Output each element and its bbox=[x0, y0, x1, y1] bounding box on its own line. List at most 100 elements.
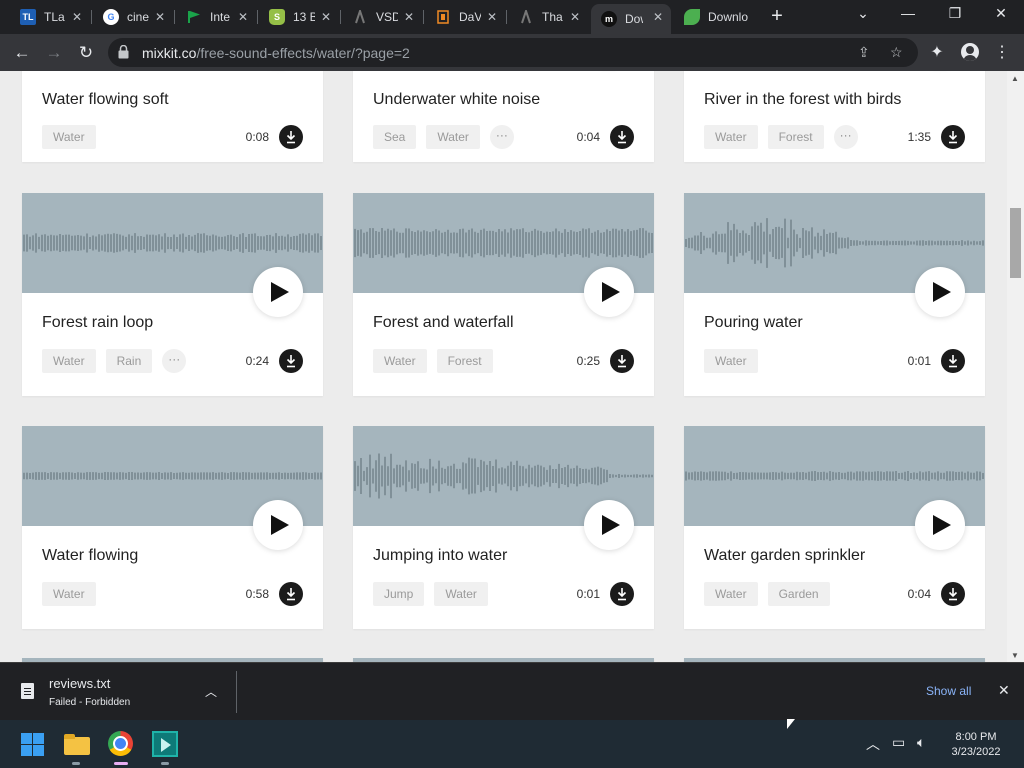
bookmark-star-icon[interactable]: ☆ bbox=[890, 44, 903, 61]
sound-title[interactable]: Water flowing bbox=[42, 547, 138, 565]
back-icon[interactable]: ← bbox=[11, 42, 33, 64]
browser-tab[interactable]: Tha ✕ bbox=[508, 4, 588, 30]
browser-tab[interactable]: DaV ✕ bbox=[425, 4, 505, 30]
show-all-button[interactable]: Show all bbox=[926, 684, 971, 698]
sound-title[interactable]: Forest and waterfall bbox=[373, 314, 514, 332]
play-button[interactable] bbox=[253, 500, 303, 550]
video-editor-icon[interactable] bbox=[152, 731, 178, 757]
address-bar[interactable]: mixkit.co/free-sound-effects/water/?page… bbox=[108, 38, 918, 67]
sound-title[interactable]: Jumping into water bbox=[373, 547, 507, 565]
download-icon[interactable] bbox=[941, 582, 965, 606]
network-icon[interactable]: ▭ bbox=[892, 734, 905, 751]
tag-chip[interactable]: Sea bbox=[373, 125, 417, 149]
minimize-icon[interactable]: — bbox=[893, 5, 923, 21]
scroll-thumb[interactable] bbox=[1010, 208, 1021, 278]
close-window-icon[interactable]: ✕ bbox=[986, 5, 1016, 22]
tag-chip[interactable]: Garden bbox=[767, 582, 830, 606]
tag-chip[interactable]: Forest bbox=[767, 125, 824, 149]
browser-tab[interactable]: Inte ✕ bbox=[176, 4, 256, 30]
restore-icon[interactable]: ❐ bbox=[940, 5, 970, 22]
chrome-icon[interactable] bbox=[108, 731, 133, 756]
sound-card[interactable]: Forest and waterfall Water Forest 0:25 bbox=[353, 193, 654, 396]
download-icon[interactable] bbox=[279, 349, 303, 373]
download-icon[interactable] bbox=[279, 582, 303, 606]
divider bbox=[236, 671, 237, 713]
close-tab-icon[interactable]: ✕ bbox=[72, 10, 82, 24]
extensions-icon[interactable]: ✦ bbox=[926, 42, 948, 62]
share-icon[interactable]: ⇪ bbox=[858, 44, 870, 61]
close-tab-icon[interactable]: ✕ bbox=[570, 10, 580, 24]
tag-chip[interactable]: Water bbox=[704, 125, 758, 149]
chevron-up-tray-icon[interactable]: ︿ bbox=[866, 734, 880, 754]
sound-title[interactable]: River in the forest with birds bbox=[704, 91, 901, 109]
new-tab-button[interactable]: + bbox=[767, 5, 787, 27]
more-tags-icon[interactable]: ··· bbox=[162, 349, 187, 373]
sound-card[interactable]: Water garden sprinkler Water Garden 0:04 bbox=[684, 426, 985, 629]
close-tab-icon[interactable]: ✕ bbox=[155, 10, 165, 24]
page-scrollbar[interactable]: ▲ ▼ bbox=[1007, 71, 1024, 662]
sound-card[interactable]: Forest rain loop Water Rain ··· 0:24 bbox=[22, 193, 323, 396]
close-download-bar-icon[interactable]: ✕ bbox=[998, 682, 1010, 699]
tag-chip[interactable]: Water bbox=[434, 582, 488, 606]
volume-icon[interactable]: 🔈︎ bbox=[917, 734, 925, 751]
tag-chip[interactable]: Water bbox=[704, 582, 758, 606]
sound-card[interactable]: Underwater white noise Sea Water ··· 0:04 bbox=[353, 71, 654, 162]
play-button[interactable] bbox=[915, 500, 965, 550]
tag-chip[interactable]: Water bbox=[373, 349, 427, 373]
download-icon[interactable] bbox=[610, 582, 634, 606]
download-icon[interactable] bbox=[279, 125, 303, 149]
close-tab-icon[interactable]: ✕ bbox=[653, 10, 663, 24]
play-button[interactable] bbox=[584, 500, 634, 550]
tag-chip[interactable]: Water bbox=[42, 125, 96, 149]
profile-avatar-icon[interactable] bbox=[961, 43, 979, 61]
browser-tab[interactable]: VSD ✕ bbox=[342, 4, 422, 30]
more-tags-icon[interactable]: ··· bbox=[489, 125, 514, 149]
close-tab-icon[interactable]: ✕ bbox=[238, 10, 248, 24]
sound-title[interactable]: Water flowing soft bbox=[42, 91, 169, 109]
play-button[interactable] bbox=[915, 267, 965, 317]
scroll-up-icon[interactable]: ▲ bbox=[1011, 74, 1019, 83]
browser-tab[interactable]: S 13 B ✕ bbox=[259, 4, 339, 30]
download-filename[interactable]: reviews.txt bbox=[49, 676, 110, 691]
tab-search-icon[interactable]: ⌄ bbox=[848, 5, 878, 22]
close-tab-icon[interactable]: ✕ bbox=[321, 10, 331, 24]
scroll-down-icon[interactable]: ▼ bbox=[1011, 651, 1019, 660]
tag-chip[interactable]: Forest bbox=[436, 349, 493, 373]
sound-card[interactable]: River in the forest with birds Water Fores… bbox=[684, 71, 985, 162]
tag-chip[interactable]: Water bbox=[42, 582, 96, 606]
download-icon[interactable] bbox=[941, 349, 965, 373]
download-icon[interactable] bbox=[941, 125, 965, 149]
sound-title[interactable]: Forest rain loop bbox=[42, 314, 153, 332]
menu-icon[interactable]: ⋮ bbox=[991, 42, 1013, 62]
tag-chip[interactable]: Water bbox=[704, 349, 758, 373]
more-tags-icon[interactable]: ··· bbox=[833, 125, 858, 149]
tag-chip[interactable]: Water bbox=[42, 349, 96, 373]
reload-icon[interactable]: ↻ bbox=[75, 42, 97, 64]
play-button[interactable] bbox=[584, 267, 634, 317]
download-icon[interactable] bbox=[610, 349, 634, 373]
file-explorer-icon[interactable] bbox=[64, 731, 90, 757]
browser-tab[interactable]: m Dow ✕ bbox=[591, 4, 671, 34]
download-icon[interactable] bbox=[610, 125, 634, 149]
close-tab-icon[interactable]: ✕ bbox=[487, 10, 497, 24]
chevron-up-icon[interactable]: ︿ bbox=[205, 683, 217, 700]
browser-tab[interactable]: Gcine ✕ bbox=[93, 4, 173, 30]
tag-chip[interactable]: Rain bbox=[105, 349, 153, 373]
system-clock[interactable]: 8:00 PM 3/23/2022 bbox=[946, 730, 1006, 760]
tag-chip[interactable]: Water bbox=[426, 125, 480, 149]
running-indicator bbox=[161, 762, 169, 765]
sound-title[interactable]: Pouring water bbox=[704, 314, 803, 332]
sound-card[interactable]: Water flowing soft Water 0:08 bbox=[22, 71, 323, 162]
sound-card[interactable]: Jumping into water Jump Water 0:01 bbox=[353, 426, 654, 629]
sound-title[interactable]: Water garden sprinkler bbox=[704, 547, 865, 565]
windows-start-icon[interactable] bbox=[21, 733, 44, 756]
browser-tab[interactable]: Downlo bbox=[674, 4, 764, 30]
close-tab-icon[interactable]: ✕ bbox=[404, 10, 414, 24]
forward-icon[interactable]: → bbox=[43, 42, 65, 64]
sound-card[interactable]: Pouring water Water 0:01 bbox=[684, 193, 985, 396]
sound-card[interactable]: Water flowing Water 0:58 bbox=[22, 426, 323, 629]
tag-chip[interactable]: Jump bbox=[373, 582, 425, 606]
sound-title[interactable]: Underwater white noise bbox=[373, 91, 540, 109]
play-button[interactable] bbox=[253, 267, 303, 317]
browser-tab[interactable]: TL TLa ✕ bbox=[10, 4, 90, 30]
